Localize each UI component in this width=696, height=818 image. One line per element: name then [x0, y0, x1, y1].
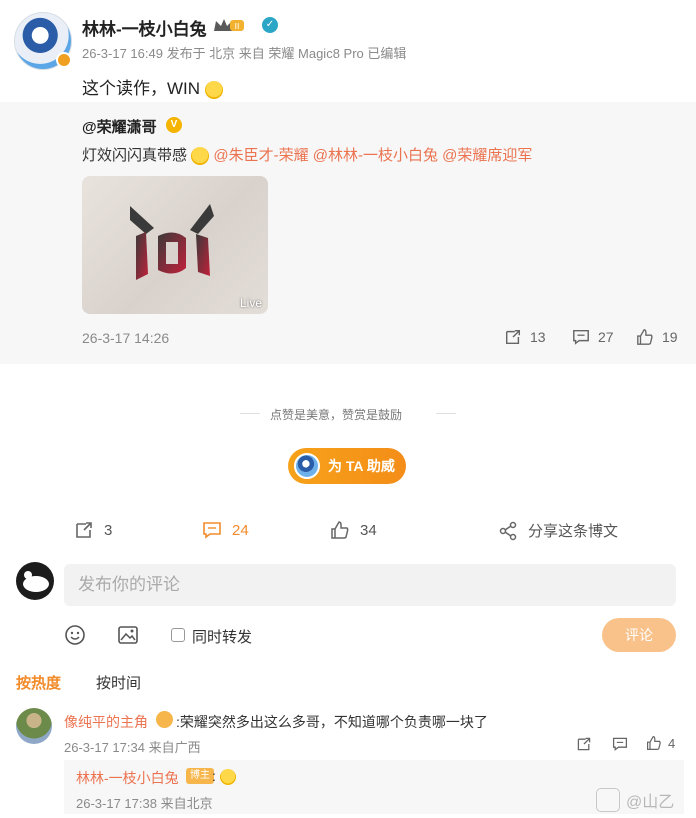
comment-icon: [203, 522, 221, 539]
mention-link[interactable]: @朱臣才-荣耀: [213, 147, 308, 164]
comment-like-button[interactable]: 4: [646, 735, 675, 751]
comment-text: :荣耀突然多出这么多哥，不知道哪个负责哪一块了: [176, 714, 488, 730]
share-icon: [499, 521, 517, 540]
thumbs-up-icon: [647, 735, 661, 750]
reply-meta: 26-3-17 17:38 来自北京: [76, 796, 213, 811]
support-avatar: [294, 453, 320, 479]
mascot-avatar-icon: [23, 571, 49, 592]
avatar-badge-icon: [56, 52, 72, 68]
reply-text: :: [212, 768, 236, 786]
gold-verified-icon: V: [166, 117, 182, 133]
repost-text-content: 灯效闪闪真带感: [82, 147, 188, 164]
repost-comment-button[interactable]: 27: [572, 328, 614, 346]
support-button[interactable]: 为 TA 助威: [288, 448, 406, 484]
comment-count: 27: [598, 329, 614, 345]
repost-count: 13: [530, 329, 546, 345]
submit-comment-button[interactable]: 评论: [602, 618, 676, 652]
divider-right: [436, 413, 456, 414]
comment-icon: [573, 329, 589, 345]
repost-checkbox[interactable]: [171, 628, 185, 642]
sort-by-hot-tab[interactable]: 按热度: [16, 672, 61, 693]
like-count: 34: [360, 521, 377, 539]
like-button[interactable]: 34: [330, 520, 377, 540]
divider-left: [240, 413, 260, 414]
blogger-badge: 博主: [186, 768, 214, 784]
reply-author-name[interactable]: 林林-一枝小白兔: [76, 768, 179, 788]
repost-icon: [76, 522, 92, 538]
support-button-label: 为 TA 助威: [328, 458, 395, 474]
comment-like-count: 4: [668, 735, 676, 751]
repost-checkbox-label: 同时转发: [192, 629, 253, 646]
comment-repost-icon[interactable]: [576, 736, 592, 752]
post-text-content: 这个读作，WIN: [82, 79, 201, 98]
verified-icon: ✓: [262, 17, 278, 33]
emoji-icon[interactable]: [64, 624, 86, 646]
thumbs-up-icon: [331, 521, 349, 539]
post-meta: 26-3-17 16:49 发布于 北京 来自 荣耀 Magic8 Pro 已编…: [82, 46, 407, 61]
commenter-name[interactable]: 像纯平的主角: [64, 712, 148, 732]
fan-badge-icon: [156, 711, 173, 728]
live-label: Live: [239, 296, 262, 310]
comment-input[interactable]: 发布你的评论: [64, 564, 676, 606]
grin-emoji-icon: [191, 147, 210, 166]
mention-link[interactable]: @林林-一枝小白兔: [313, 147, 438, 164]
repost-time: 26-3-17 14:26: [82, 330, 170, 346]
like-count: 19: [662, 329, 678, 345]
repost-repost-button[interactable]: 13: [504, 328, 546, 346]
watermark-logo-icon: [596, 788, 620, 812]
logo-light-icon: [130, 204, 214, 280]
watermark: @山乙: [596, 788, 674, 812]
svg-text:II: II: [235, 22, 240, 31]
comment-count: 24: [232, 521, 249, 539]
mention-link[interactable]: @荣耀席迎军: [442, 147, 532, 164]
image-icon[interactable]: [117, 624, 139, 646]
smile-emoji-icon: [204, 80, 223, 99]
share-button[interactable]: 分享这条博文: [498, 520, 618, 541]
live-photo-thumbnail[interactable]: Live: [82, 176, 268, 314]
repost-button[interactable]: 3: [74, 520, 112, 540]
post-text: 这个读作，WIN: [82, 74, 223, 99]
repost-text: 灯效闪闪真带感 @朱臣才-荣耀 @林林-一枝小白兔 @荣耀席迎军: [82, 144, 532, 166]
watermark-text: @山乙: [626, 794, 675, 811]
comment-meta: 26-3-17 17:34 来自广西: [64, 740, 201, 755]
thumbs-up-icon: [637, 329, 653, 345]
share-label: 分享这条博文: [528, 523, 619, 540]
author-name[interactable]: 林林-一枝小白兔: [82, 15, 207, 40]
support-tip: 点赞是美意，赞赏是鼓励: [270, 408, 403, 422]
reply-text-content: :: [212, 768, 216, 784]
repost-like-button[interactable]: 19: [636, 328, 678, 346]
my-avatar: [16, 562, 54, 600]
comment-button[interactable]: 24: [202, 520, 249, 540]
crown-level-icon: II: [214, 19, 244, 31]
comment-reply-icon[interactable]: [612, 736, 628, 752]
commenter-avatar[interactable]: [16, 708, 52, 744]
repost-author[interactable]: @荣耀潇哥: [82, 116, 157, 137]
repost-icon: [505, 329, 521, 345]
sort-by-time-tab[interactable]: 按时间: [96, 672, 141, 693]
grin-emoji-icon: [219, 769, 236, 786]
repost-count: 3: [104, 521, 113, 539]
